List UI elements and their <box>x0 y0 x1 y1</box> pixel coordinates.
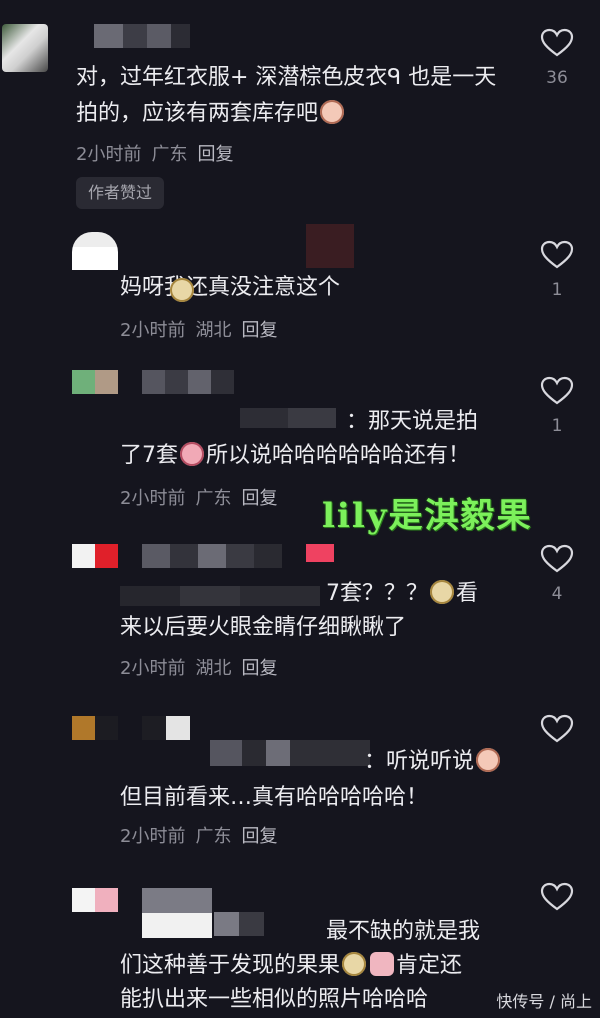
timestamp: 2小时前 <box>120 320 186 341</box>
reply-button[interactable]: 回复 <box>197 144 233 165</box>
comment-text-line2: 了7套 所以说哈哈哈哈哈哈还有！ <box>120 442 471 468</box>
comment-text-line1: 7套？？？看 <box>326 580 479 606</box>
pig-emoji-icon <box>320 100 345 124</box>
username-mosaic[interactable] <box>142 544 282 568</box>
location: 广东 <box>195 826 232 847</box>
quoted-user-mosaic <box>214 912 264 936</box>
heart-outline-icon[interactable] <box>540 28 574 58</box>
reply-button[interactable]: 回复 <box>241 658 277 679</box>
username-mosaic[interactable] <box>94 24 190 48</box>
reply-button[interactable]: 回复 <box>241 826 277 847</box>
comment-text-line1: 最不缺的就是我 <box>326 919 481 944</box>
comment-meta: 2小时前 湖北 回复 <box>120 316 287 342</box>
comment-text: 对，过年红衣服+ 深潜棕色皮衣ᑫ 也是一天拍的，应该有两套库存吧 <box>76 65 497 126</box>
timestamp: 2小时前 <box>76 144 142 165</box>
reply-button[interactable]: 回复 <box>241 320 277 341</box>
avatar[interactable] <box>72 888 118 912</box>
avatar[interactable] <box>72 232 118 270</box>
quoted-user-mosaic <box>210 740 370 766</box>
thumbs-up-emoji-icon <box>370 952 395 976</box>
comment-text-line1: ：听说听说 <box>364 744 502 780</box>
like-count: 4 <box>551 584 563 604</box>
username-mosaic[interactable] <box>142 888 212 938</box>
heart-outline-icon[interactable] <box>540 376 574 406</box>
smile-emoji-icon <box>430 580 454 604</box>
comment-meta: 2小时前 湖北 回复 <box>120 654 287 680</box>
smile-emoji-icon <box>342 952 367 976</box>
comment-text-line2: 来以后要火眼金睛仔细瞅瞅了 <box>120 615 407 640</box>
quoted-user-mosaic <box>120 586 320 606</box>
username-mosaic[interactable] <box>306 224 354 268</box>
avatar[interactable] <box>72 716 118 740</box>
pig-emoji-icon <box>476 748 501 772</box>
heart-outline-icon[interactable] <box>540 544 574 574</box>
timestamp: 2小时前 <box>120 826 186 847</box>
username-mosaic-2 <box>306 544 334 562</box>
comment-text-line2: 但目前看来…真有哈哈哈哈哈！ <box>120 785 429 810</box>
heart-outline-icon[interactable] <box>540 714 574 744</box>
location: 湖北 <box>195 320 232 341</box>
avatar[interactable] <box>72 370 118 394</box>
comment-text-line1: ：那天说是拍 <box>346 409 479 434</box>
comment-text-line3: 能扒出来一些相似的照片哈哈哈 <box>120 987 429 1012</box>
watermark: lily是淇毅果 <box>322 496 533 536</box>
location: 广东 <box>151 144 188 165</box>
timestamp: 2小时前 <box>120 658 186 679</box>
comment-text-line2: 们这种善于发现的果果 肯定还 <box>120 952 463 978</box>
heart-outline-icon[interactable] <box>540 882 574 912</box>
smile-emoji-icon <box>170 278 194 302</box>
author-liked-badge: 作者赞过 <box>76 177 165 209</box>
source-watermark: 快传号 / 尚上 <box>496 992 592 1011</box>
comment-meta: 2小时前 广东 回复 <box>76 140 243 166</box>
heart-outline-icon[interactable] <box>540 240 574 270</box>
username-mosaic[interactable] <box>142 370 234 394</box>
location: 广东 <box>195 488 232 509</box>
comment-meta: 2小时前 广东 回复 <box>120 484 287 510</box>
crying-emoji-icon <box>180 442 204 466</box>
like-count: 1 <box>551 280 563 300</box>
reply-button[interactable]: 回复 <box>241 488 277 509</box>
comment-meta: 2小时前 广东 回复 <box>120 822 287 848</box>
like-count: 1 <box>551 416 563 436</box>
avatar[interactable] <box>72 544 118 568</box>
location: 湖北 <box>195 658 232 679</box>
like-count: 36 <box>546 68 568 88</box>
quoted-user-mosaic <box>240 408 336 428</box>
timestamp: 2小时前 <box>120 488 186 509</box>
username-mosaic[interactable] <box>142 716 190 740</box>
avatar[interactable] <box>2 24 48 72</box>
